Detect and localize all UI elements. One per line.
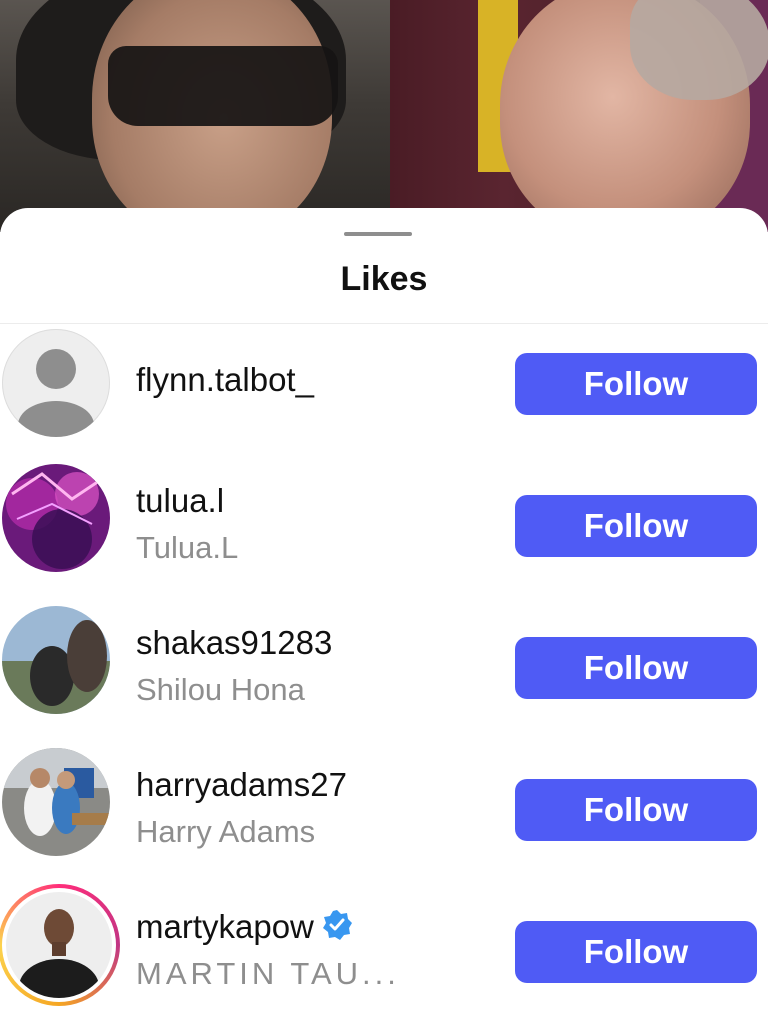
full-name: Harry Adams [136,814,316,849]
avatar[interactable] [6,892,112,998]
video-sunglasses [108,46,338,126]
video-right-hair [630,0,768,100]
username[interactable]: tulua.l [136,482,224,520]
full-name: Tulua.L [136,530,239,565]
username-row[interactable]: martykapow [136,908,354,950]
story-ring[interactable] [0,884,120,1006]
default-avatar-icon[interactable] [2,329,110,437]
likes-sheet: Likes flynn.talbot_ Follow tulua.l Tulua… [0,208,768,1023]
background-video-frame [0,0,768,232]
avatar[interactable] [2,748,110,856]
full-name: Shilou Hona [136,672,305,707]
avatar[interactable] [2,464,110,572]
list-item[interactable]: harryadams27 Harry Adams Follow [0,744,768,874]
full-name: MARTIN TAU... [136,956,400,991]
list-item[interactable]: shakas91283 Shilou Hona Follow [0,602,768,732]
username[interactable]: shakas91283 [136,624,332,662]
follow-button[interactable]: Follow [515,637,757,699]
follow-button[interactable]: Follow [515,779,757,841]
username[interactable]: martykapow [136,908,314,945]
follow-button[interactable]: Follow [515,495,757,557]
list-item[interactable]: flynn.talbot_ Follow [0,324,768,454]
username[interactable]: harryadams27 [136,766,347,804]
list-item[interactable]: tulua.l Tulua.L Follow [0,460,768,590]
verified-badge-icon [320,908,354,950]
avatar[interactable] [2,606,110,714]
follow-button[interactable]: Follow [515,921,757,983]
username[interactable]: flynn.talbot_ [136,361,314,399]
sheet-title: Likes [340,260,428,298]
list-item[interactable]: martykapow MARTIN TAU... Follow [0,884,768,1016]
sheet-grabber-handle[interactable] [344,232,412,236]
follow-button[interactable]: Follow [515,353,757,415]
